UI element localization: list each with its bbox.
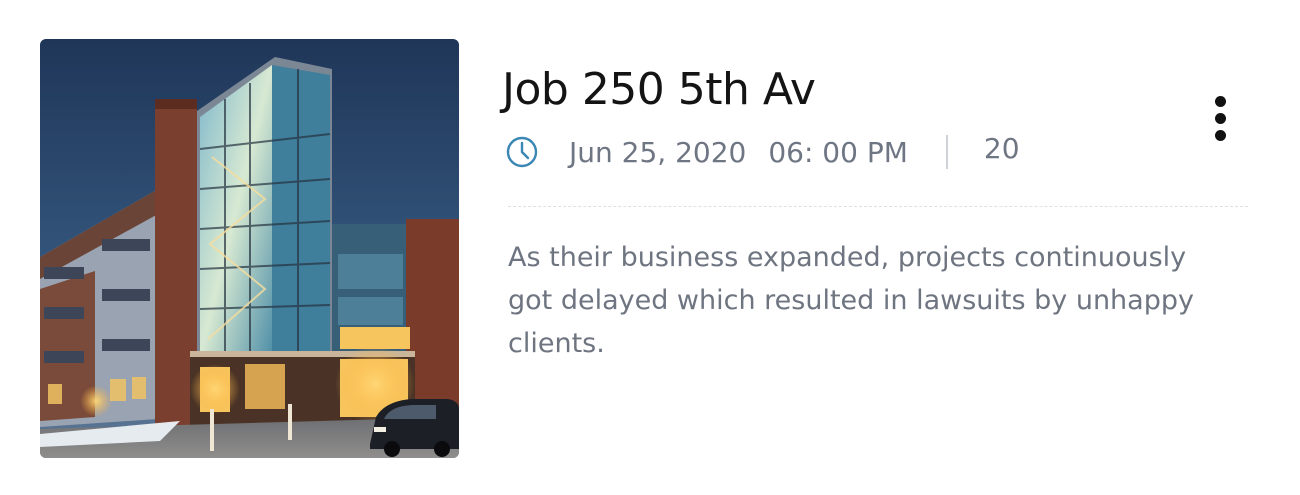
- clock-icon: [506, 136, 538, 168]
- more-options-button[interactable]: [1200, 90, 1240, 146]
- job-card[interactable]: Job 250 5th Av Jun 25, 2020 06: 00 PM 20…: [0, 0, 1300, 495]
- job-time: 06: 00 PM: [768, 135, 908, 169]
- job-meta: Jun 25, 2020 06: 00 PM 20: [505, 128, 1020, 176]
- job-title: Job 250 5th Av: [502, 64, 816, 115]
- job-date: Jun 25, 2020: [569, 135, 747, 169]
- building-photo: [40, 39, 459, 458]
- more-vertical-icon-dot: [1214, 112, 1226, 124]
- job-count: 20: [983, 131, 1020, 165]
- meta-separator: [945, 135, 948, 169]
- more-vertical-icon: [1214, 95, 1226, 107]
- job-thumbnail[interactable]: [40, 39, 459, 458]
- job-description: As their business expanded, projects con…: [508, 242, 1194, 359]
- dashed-divider: [508, 206, 1248, 207]
- more-vertical-icon-dot: [1214, 129, 1226, 141]
